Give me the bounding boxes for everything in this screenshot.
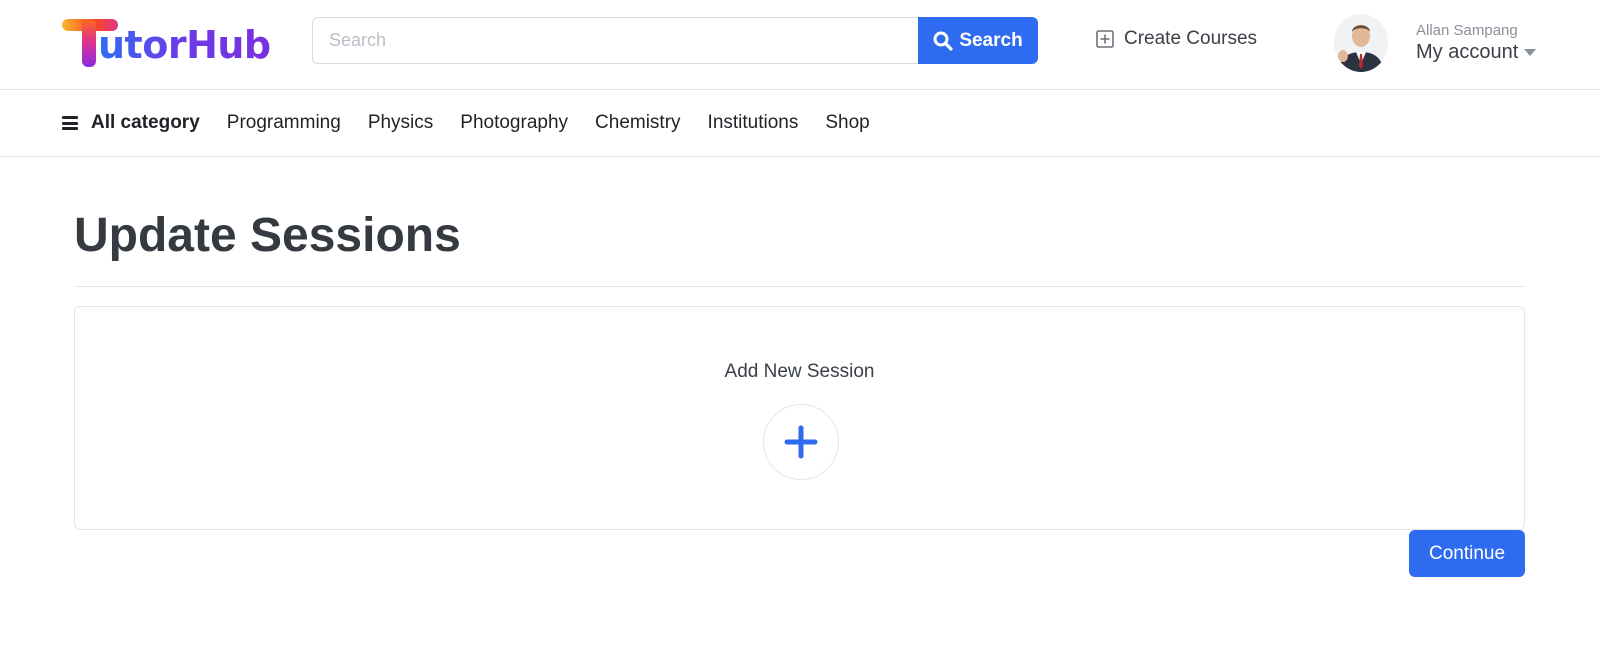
category-shop[interactable]: Shop bbox=[825, 112, 869, 134]
search-icon bbox=[933, 31, 953, 51]
plus-icon bbox=[784, 425, 818, 459]
search-bar: Search bbox=[312, 17, 1038, 64]
search-button-label: Search bbox=[959, 29, 1023, 51]
add-session-card: Add New Session bbox=[74, 306, 1525, 530]
caret-down-icon bbox=[1524, 49, 1537, 56]
logo-text: utorHub bbox=[98, 23, 271, 67]
category-programming[interactable]: Programming bbox=[227, 112, 341, 134]
search-button[interactable]: Search bbox=[918, 17, 1038, 64]
category-chemistry[interactable]: Chemistry bbox=[595, 112, 681, 134]
hamburger-icon bbox=[62, 116, 78, 130]
category-institutions[interactable]: Institutions bbox=[708, 112, 799, 134]
my-account-dropdown[interactable]: My account bbox=[1416, 41, 1537, 64]
category-nav: All category Programming Physics Photogr… bbox=[0, 90, 1600, 157]
logo-mark bbox=[62, 15, 118, 69]
category-physics[interactable]: Physics bbox=[368, 112, 433, 134]
account-menu: Allan Sampang My account bbox=[1416, 22, 1537, 64]
continue-button[interactable]: Continue bbox=[1409, 530, 1525, 577]
all-category-button[interactable]: All category bbox=[62, 112, 200, 134]
my-account-label: My account bbox=[1416, 41, 1519, 63]
top-header: utorHub Search Create Courses bbox=[0, 0, 1600, 90]
category-photography[interactable]: Photography bbox=[460, 112, 568, 134]
plus-square-icon bbox=[1096, 30, 1114, 48]
title-divider bbox=[74, 286, 1525, 287]
add-session-button[interactable] bbox=[763, 404, 839, 480]
user-avatar[interactable] bbox=[1334, 14, 1388, 72]
add-session-label: Add New Session bbox=[724, 361, 875, 382]
create-courses-link[interactable]: Create Courses bbox=[1096, 28, 1257, 50]
page-title: Update Sessions bbox=[74, 209, 461, 262]
tutorhub-logo[interactable]: utorHub bbox=[62, 12, 271, 72]
all-category-label: All category bbox=[91, 112, 200, 133]
avatar-icon bbox=[1334, 14, 1388, 72]
search-input[interactable] bbox=[312, 17, 918, 64]
create-courses-label: Create Courses bbox=[1124, 28, 1258, 49]
account-user-name: Allan Sampang bbox=[1416, 22, 1518, 39]
